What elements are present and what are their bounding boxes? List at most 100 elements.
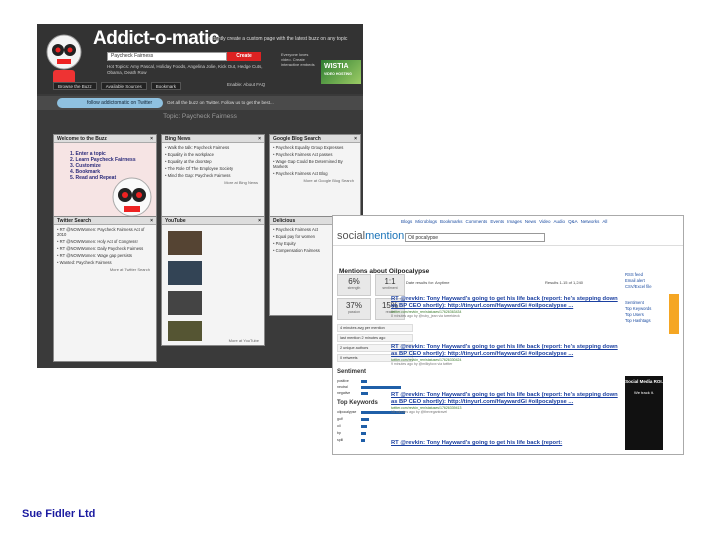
- results-info: Results 1-15 of 1,240: [545, 280, 584, 285]
- sm-ad[interactable]: Social Media ROI. We track it.: [625, 376, 663, 450]
- keyword-bar: [361, 439, 365, 442]
- panel-header: Twitter Search ×: [54, 217, 156, 225]
- nav-sources[interactable]: Available Sources: [100, 82, 147, 90]
- panel-title: Twitter Search: [57, 218, 92, 224]
- hot-topics[interactable]: Hot Topics: Amy Pascal, Holiday Foods, A…: [107, 64, 267, 76]
- stat-label: strength: [347, 286, 361, 290]
- mention-result[interactable]: RT @revkin: Tony Hayward's going to get …: [391, 344, 623, 366]
- stat-label: sentiment: [382, 286, 398, 290]
- mention-result[interactable]: RT @revkin: Tony Hayward's going to get …: [391, 296, 623, 318]
- mention-result[interactable]: RT @revkin: Tony Hayward's going to get …: [391, 392, 623, 414]
- more-link[interactable]: More at YouTube: [229, 338, 262, 343]
- sm-nav-link[interactable]: Images: [507, 219, 522, 224]
- sm-nav-link[interactable]: Microblogs: [415, 219, 437, 224]
- side-stat: last mention 2 minutes ago: [337, 334, 413, 342]
- close-icon[interactable]: ×: [354, 135, 360, 142]
- close-icon[interactable]: ×: [258, 135, 264, 142]
- sm-nav-link[interactable]: Bookmarks: [440, 219, 463, 224]
- blog-item[interactable]: Paycheck Fairness Act Blog: [273, 171, 357, 176]
- sm-nav-link[interactable]: All: [602, 219, 607, 224]
- tweet-item[interactable]: RT @NOWWomen: Daily Paycheck Fairness: [57, 246, 153, 251]
- panel-title: Welcome to the Buzz: [57, 136, 107, 142]
- stat-sentiment: 1:1 sentiment: [375, 274, 405, 296]
- aom-ad-text[interactable]: Everyone loves video. Create interactive…: [281, 52, 319, 67]
- sentiment-title: Sentiment: [337, 369, 367, 375]
- ad-sub: We track it.: [634, 390, 654, 395]
- blog-item[interactable]: Paycheck Fairness Act passes: [273, 152, 357, 157]
- sm-nav-link[interactable]: Networks: [581, 219, 600, 224]
- result-title[interactable]: RT @revkin: Tony Hayward's going to get …: [391, 296, 623, 310]
- create-button[interactable]: Create: [227, 52, 261, 61]
- sm-search-input[interactable]: Oil pocalypse: [405, 233, 545, 242]
- sm-nav-links: Blogs Microblogs Bookmarks Comments Even…: [401, 219, 607, 224]
- sm-nav-link[interactable]: Audio: [554, 219, 566, 224]
- keyword-label[interactable]: bp: [337, 431, 341, 435]
- sentiment-bar: [361, 386, 401, 389]
- aom-logo[interactable]: Addict-o-matic: [93, 28, 220, 50]
- nav-bookmark[interactable]: Bookmark: [150, 82, 181, 90]
- topic-title: Topic: Paycheck Fairness: [163, 113, 237, 120]
- panel-title: Delicious: [273, 218, 296, 224]
- stat-value: 6%: [348, 277, 360, 286]
- wistia-ad[interactable]: WISTIA VIDEO HOSTING: [321, 60, 361, 84]
- ad-title: Social Media ROI.: [625, 379, 663, 384]
- video-thumbnail[interactable]: [168, 231, 202, 255]
- keyword-label[interactable]: oilpocalypse: [337, 410, 356, 414]
- close-icon[interactable]: ×: [150, 135, 156, 142]
- tweet-item[interactable]: RT @NOWWomen: Holy Act of Congress!: [57, 239, 153, 244]
- video-thumbnail[interactable]: [168, 291, 202, 315]
- keyword-label[interactable]: oil: [337, 424, 341, 428]
- aom-tagline: Instantly create a custom page with the …: [207, 36, 348, 42]
- sentiment-bar: [361, 392, 368, 395]
- follow-message: Get all the buzz on Twitter. Follow us t…: [167, 100, 274, 105]
- more-link[interactable]: More at Twitter Search: [57, 267, 153, 272]
- twitter-follow-button[interactable]: follow addictomatic on Twitter: [57, 98, 163, 108]
- feedback-tab[interactable]: [669, 294, 679, 334]
- news-item[interactable]: Equality in the workplace: [165, 152, 261, 157]
- news-item[interactable]: Walk the talk: Paycheck Fairness: [165, 145, 261, 150]
- result-title[interactable]: RT @revkin: Tony Hayward's going to get …: [391, 440, 623, 447]
- addictomatic-screenshot: Addict-o-matic Instantly create a custom…: [37, 24, 363, 368]
- keyword-label[interactable]: gulf: [337, 417, 343, 421]
- more-link[interactable]: More at Bing News: [165, 180, 261, 185]
- nav-browse-buzz[interactable]: Browse the Buzz: [53, 82, 97, 90]
- news-item[interactable]: Equality at the doorstep: [165, 159, 261, 164]
- sm-nav-link[interactable]: Comments: [466, 219, 488, 224]
- sm-nav-link[interactable]: Events: [490, 219, 504, 224]
- panel-header: Bing News ×: [162, 135, 264, 143]
- tweet-item[interactable]: Wanted: Paycheck Fairness: [57, 260, 153, 265]
- twitter-search-panel: Twitter Search × RT @NOWWomen: Paycheck F…: [53, 216, 157, 362]
- tweet-item[interactable]: RT @NOWWomen: Wage gap persists: [57, 253, 153, 258]
- enable-links[interactable]: Enable: About FAQ: [227, 82, 265, 87]
- sm-nav-link[interactable]: Video: [539, 219, 550, 224]
- sentiment-label: negative: [337, 391, 351, 395]
- sm-nav-link[interactable]: Blogs: [401, 219, 412, 224]
- aom-search-input[interactable]: Paycheck Fairness: [107, 52, 227, 61]
- video-thumbnail[interactable]: [168, 321, 202, 341]
- keyword-bar: [361, 432, 366, 435]
- panel-header: Welcome to the Buzz ×: [54, 135, 156, 143]
- robot-mascot-icon: [46, 34, 82, 86]
- more-link[interactable]: More at Google Blog Search: [273, 178, 357, 183]
- sm-nav-link[interactable]: Q&A: [568, 219, 578, 224]
- result-title[interactable]: RT @revkin: Tony Hayward's going to get …: [391, 392, 623, 406]
- sm-logo-b: mention: [365, 230, 405, 242]
- video-thumbnail[interactable]: [168, 261, 202, 285]
- keyword-label[interactable]: spill: [337, 438, 343, 442]
- blog-item[interactable]: Wage Gap Could Be Determined By Markets: [273, 159, 357, 169]
- sentiment-label: positive: [337, 379, 349, 383]
- wistia-logo: WISTIA: [324, 63, 349, 70]
- sm-nav-link[interactable]: News: [525, 219, 536, 224]
- news-item[interactable]: The Role Of The Employee Society: [165, 166, 261, 171]
- result-meta: 9 minutes ago by @milkyfoxx via twitter: [391, 362, 453, 366]
- close-icon[interactable]: ×: [258, 217, 264, 224]
- blog-item[interactable]: Paycheck Equality Group Expresses: [273, 145, 357, 150]
- panel-title: Google Blog Search: [273, 136, 321, 142]
- close-icon[interactable]: ×: [150, 217, 156, 224]
- tweet-item[interactable]: RT @NOWWomen: Paycheck Fairness Act of 2…: [57, 227, 153, 237]
- sm-logo[interactable]: socialmention: [337, 230, 404, 242]
- sentiment-label: neutral: [337, 385, 348, 389]
- result-title[interactable]: RT @revkin: Tony Hayward's going to get …: [391, 344, 623, 358]
- mention-result[interactable]: RT @revkin: Tony Hayward's going to get …: [391, 440, 623, 447]
- news-item[interactable]: Mind the Gap: Paycheck Fairness: [165, 173, 261, 178]
